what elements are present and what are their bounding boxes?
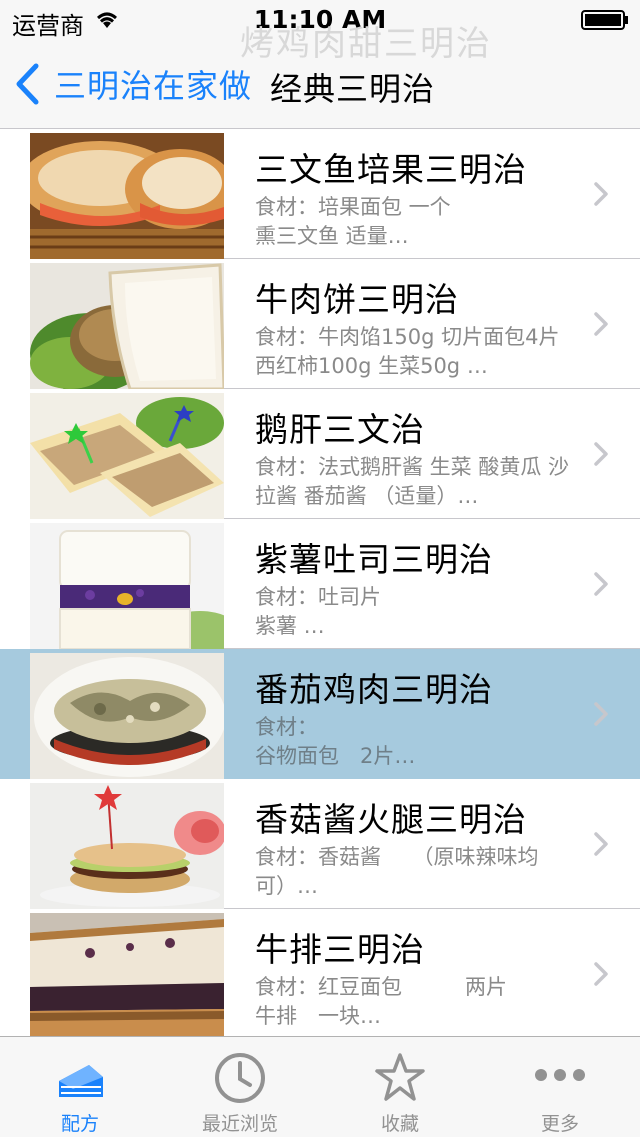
recipe-row[interactable]: 三文鱼培果三明治 食材：培果面包 一个 熏三文鱼 适量… [0, 129, 640, 259]
chevron-right-icon [594, 182, 608, 206]
recipe-row-selected[interactable]: 番茄鸡肉三明治 食材： 谷物面包 2片… [0, 649, 640, 779]
recipe-thumbnail-image [30, 133, 224, 259]
star-icon [375, 1053, 425, 1101]
recipe-title: 鹅肝三文治 [255, 410, 425, 449]
chevron-right-icon [594, 442, 608, 466]
recipe-title: 三文鱼培果三明治 [255, 150, 527, 189]
recipe-thumbnail-image [30, 653, 224, 779]
tab-bar: 配方 最近浏览 收藏 更多 [0, 1036, 640, 1137]
back-chevron-icon [16, 63, 39, 105]
recipe-thumbnail-image [30, 783, 224, 909]
cake-icon [59, 1065, 103, 1097]
recipe-row[interactable]: 牛排三明治 食材：红豆面包 两片 牛排 一块… [0, 909, 640, 1036]
recipe-thumbnail-image [30, 523, 224, 649]
recipe-ingredients: 食材：法式鹅肝酱 生菜 酸黄瓜 沙拉酱 番茄酱 （适量）… [255, 455, 570, 508]
recipe-title: 紫薯吐司三明治 [255, 540, 493, 579]
recipe-ingredients: 食材：培果面包 一个 熏三文鱼 适量… [255, 195, 451, 248]
recipe-thumbnail-image [30, 393, 224, 519]
recipe-thumbnail-image [30, 263, 224, 389]
recipe-title: 香菇酱火腿三明治 [255, 800, 527, 839]
tab-favorites[interactable]: 收藏 [320, 1037, 480, 1137]
back-button[interactable]: 三明治在家做 [14, 60, 252, 108]
nav-ghost-title: 烤鸡肉甜三明治 [240, 24, 492, 64]
tab-more[interactable]: 更多 [480, 1037, 640, 1137]
recipe-ingredients: 食材：香菇酱 （原味辣味均可）… [255, 845, 539, 898]
recipe-ingredients: 食材： 谷物面包 2片… [255, 715, 416, 768]
tab-label: 收藏 [380, 1113, 419, 1135]
battery-icon [581, 10, 628, 30]
tab-label: 配方 [60, 1113, 99, 1135]
chevron-right-icon [594, 572, 608, 596]
recipe-row[interactable]: 香菇酱火腿三明治 食材：香菇酱 （原味辣味均可）… [0, 779, 640, 909]
chevron-right-icon [594, 832, 608, 856]
recipe-title: 番茄鸡肉三明治 [255, 670, 493, 709]
recipe-title: 牛排三明治 [255, 930, 425, 969]
recipe-row[interactable]: 鹅肝三文治 食材：法式鹅肝酱 生菜 酸黄瓜 沙拉酱 番茄酱 （适量）… [0, 389, 640, 519]
recipe-title: 牛肉饼三明治 [255, 280, 459, 319]
tab-label: 最近浏览 [201, 1113, 278, 1135]
recipe-ingredients: 食材：牛肉馅150g 切片面包4片 西红柿100g 生菜50g … [255, 325, 560, 378]
more-icon [535, 1069, 585, 1081]
chevron-right-icon [594, 312, 608, 336]
page-title: 经典三明治 [270, 70, 436, 108]
navigation-bar: 烤鸡肉甜三明治 三明治在家做 经典三明治 [0, 24, 640, 129]
recipe-row[interactable]: 紫薯吐司三明治 食材：吐司片 紫薯 … [0, 519, 640, 649]
clock-icon [215, 1053, 265, 1103]
chevron-right-icon [594, 702, 608, 726]
recipe-ingredients: 食材：吐司片 紫薯 … [255, 585, 381, 638]
recipe-ingredients: 食材：红豆面包 两片 牛排 一块… [255, 975, 507, 1028]
tab-label: 更多 [540, 1113, 579, 1135]
recipe-list[interactable]: 三文鱼培果三明治 食材：培果面包 一个 熏三文鱼 适量… 牛肉饼三明治 食材：牛… [0, 129, 640, 1036]
back-button-label: 三明治在家做 [54, 67, 253, 105]
tab-recipes[interactable]: 配方 [0, 1037, 160, 1137]
tab-recent[interactable]: 最近浏览 [160, 1037, 320, 1137]
recipe-row[interactable]: 牛肉饼三明治 食材：牛肉馅150g 切片面包4片 西红柿100g 生菜50g … [0, 259, 640, 389]
chevron-right-icon [594, 962, 608, 986]
recipe-thumbnail-image [30, 913, 224, 1036]
